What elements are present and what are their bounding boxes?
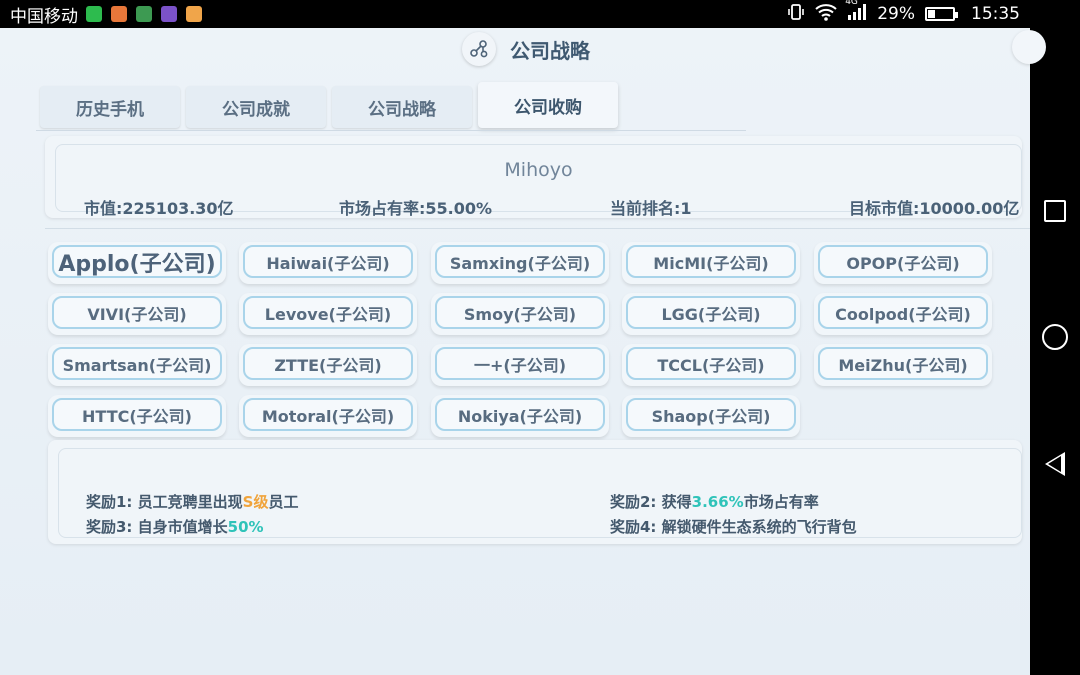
tab-acquisition[interactable]: 公司收购 [478, 82, 618, 128]
page-title: 公司战略 [510, 38, 590, 63]
navigation-bar [1030, 0, 1080, 675]
reward-highlight: 3.66% [691, 493, 744, 511]
app-window: 公司战略 历史手机 公司成就 公司战略 公司收购 Mihoyo 市值:22510… [0, 28, 1046, 675]
reward-text: 奖励3: 自身市值增长 [86, 518, 228, 536]
subsidiary-label: HTTC(子公司) [52, 398, 222, 431]
reward-text: 员工 [268, 493, 299, 511]
subsidiary-button[interactable]: HTTC(子公司) [48, 395, 226, 437]
subsidiary-label: Levove(子公司) [243, 296, 413, 329]
subsidiary-label: VIVI(子公司) [52, 296, 222, 329]
notification-app-icon [111, 6, 127, 22]
subsidiary-label: Smartsan(子公司) [52, 347, 222, 380]
subsidiary-label: Coolpod(子公司) [818, 296, 988, 329]
subsidiary-label: Nokiya(子公司) [435, 398, 605, 431]
subsidiary-label: MicMI(子公司) [626, 245, 796, 278]
subsidiary-button[interactable]: LGG(子公司) [622, 293, 800, 335]
subsidiary-button[interactable]: OPOP(子公司) [814, 242, 992, 284]
subsidiary-button[interactable]: Smoy(子公司) [431, 293, 609, 335]
subsidiary-label: Samxing(子公司) [435, 245, 605, 278]
reward-2: 奖励2: 获得3.66%市场占有率 [610, 491, 819, 512]
stat-label: 当前排名: [610, 199, 681, 218]
stat-value: 55.00% [425, 199, 493, 218]
share-network-icon [462, 32, 496, 66]
reward-3: 奖励3: 自身市值增长50% [86, 516, 264, 537]
stat-market-value: 市值:225103.30亿 [84, 195, 234, 219]
stat-label: 目标市值: [849, 199, 920, 218]
subsidiary-button[interactable]: Smartsan(子公司) [48, 344, 226, 386]
company-info-card: Mihoyo 市值:225103.30亿 市场占有率:55.00% 当前排名:1… [45, 136, 1022, 218]
subsidiary-button[interactable]: Applo(子公司) [48, 242, 226, 284]
clock: 15:35 [971, 4, 1020, 24]
subsidiary-button[interactable]: Coolpod(子公司) [814, 293, 992, 335]
stat-value: 10000.00亿 [919, 199, 1020, 218]
subsidiary-button[interactable]: TCCL(子公司) [622, 344, 800, 386]
reward-text: 市场占有率 [743, 493, 819, 511]
rewards-card: 奖励1: 员工竞聘里出现S级员工 奖励2: 获得3.66%市场占有率 奖励3: … [48, 440, 1022, 544]
subsidiary-button[interactable]: Samxing(子公司) [431, 242, 609, 284]
subsidiary-label: ZTTE(子公司) [243, 347, 413, 380]
subsidiary-label: Shaop(子公司) [626, 398, 796, 431]
vibrate-icon [787, 3, 805, 26]
subsidiary-button[interactable]: MicMI(子公司) [622, 242, 800, 284]
subsidiary-label: MeiZhu(子公司) [818, 347, 988, 380]
reward-highlight: 50% [227, 518, 264, 536]
reward-text: 奖励4: 解锁硬件生态系统的飞行背包 [610, 518, 857, 536]
subsidiary-label: Applo(子公司) [52, 245, 222, 278]
page-header: 公司战略 [462, 32, 590, 66]
reward-1: 奖励1: 员工竞聘里出现S级员工 [86, 491, 299, 512]
company-info-frame: Mihoyo 市值:225103.30亿 市场占有率:55.00% 当前排名:1… [55, 144, 1022, 218]
subsidiary-button[interactable]: Shaop(子公司) [622, 395, 800, 437]
subsidiary-label: Smoy(子公司) [435, 296, 605, 329]
stat-label: 市场占有率: [339, 199, 426, 218]
recents-button[interactable] [1044, 199, 1066, 222]
signal-icon: 4G [845, 0, 867, 26]
subsidiary-button[interactable]: Nokiya(子公司) [431, 395, 609, 437]
stat-label: 市值: [84, 199, 123, 218]
reward-text: 奖励2: 获得 [610, 493, 692, 511]
tab-achievements[interactable]: 公司成就 [186, 86, 326, 128]
stat-market-share: 市场占有率:55.00% [339, 195, 492, 219]
subsidiary-button[interactable]: MeiZhu(子公司) [814, 344, 992, 386]
reward-4: 奖励4: 解锁硬件生态系统的飞行背包 [610, 516, 857, 537]
carrier-label: 中国移动 [10, 6, 78, 27]
subsidiary-label: 一+(子公司) [435, 347, 605, 380]
stat-target-value: 目标市值:10000.00亿 [849, 195, 1019, 219]
subsidiary-label: Motoral(子公司) [243, 398, 413, 431]
subsidiary-button[interactable]: ZTTE(子公司) [239, 344, 417, 386]
battery-icon [925, 7, 958, 21]
notification-app-icon [186, 6, 202, 22]
stat-value: 225103.30亿 [122, 199, 234, 218]
subsidiary-label: LGG(子公司) [626, 296, 796, 329]
back-button[interactable] [1045, 451, 1065, 476]
tabs-divider [36, 130, 746, 131]
wifi-icon [815, 3, 837, 26]
stat-value: 1 [680, 199, 692, 218]
battery-percent: 29% [877, 4, 915, 24]
wechat-icon [86, 6, 102, 22]
subsidiary-button[interactable]: 一+(子公司) [431, 344, 609, 386]
subsidiary-label: Haiwai(子公司) [243, 245, 413, 278]
rewards-frame: 奖励1: 员工竞聘里出现S级员工 奖励2: 获得3.66%市场占有率 奖励3: … [58, 448, 1022, 538]
subsidiary-label: TCCL(子公司) [626, 347, 796, 380]
home-button[interactable] [1042, 323, 1068, 350]
reward-highlight: S级 [242, 493, 269, 511]
close-button[interactable] [1012, 30, 1046, 64]
network-type: 4G [845, 0, 858, 7]
subsidiary-button[interactable]: Motoral(子公司) [239, 395, 417, 437]
notification-app-icon [161, 6, 177, 22]
company-name: Mihoyo [504, 159, 573, 181]
tab-strategy[interactable]: 公司战略 [332, 86, 472, 128]
tab-history-phones[interactable]: 历史手机 [40, 86, 180, 128]
subsidiary-button[interactable]: Levove(子公司) [239, 293, 417, 335]
stat-rank: 当前排名:1 [610, 195, 692, 219]
tab-bar: 历史手机 公司成就 公司战略 公司收购 [40, 82, 618, 128]
notification-app-icon [136, 6, 152, 22]
reward-text: 奖励1: 员工竞聘里出现 [86, 493, 243, 511]
section-divider [45, 228, 1030, 229]
subsidiary-button[interactable]: VIVI(子公司) [48, 293, 226, 335]
status-bar: 中国移动 4G 29% 15:35 [0, 0, 1030, 28]
subsidiary-label: OPOP(子公司) [818, 245, 988, 278]
subsidiary-button[interactable]: Haiwai(子公司) [239, 242, 417, 284]
